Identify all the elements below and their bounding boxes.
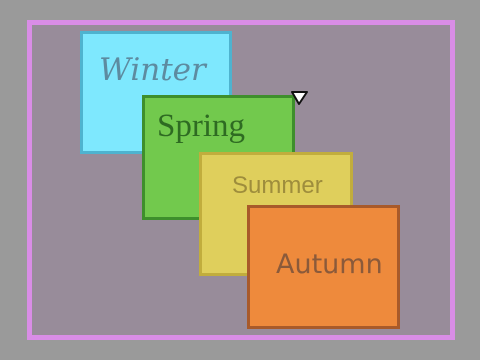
card-label-spring: Spring: [157, 108, 246, 144]
pointer-triangle-icon: [291, 91, 308, 105]
card-label-winter: Winter: [99, 52, 206, 88]
card-label-autumn: Autumn: [276, 249, 383, 280]
card-autumn[interactable]: Autumn: [247, 205, 400, 329]
card-label-summer: Summer: [232, 172, 323, 199]
